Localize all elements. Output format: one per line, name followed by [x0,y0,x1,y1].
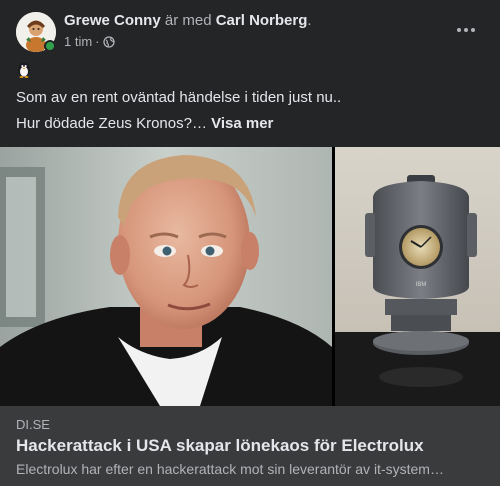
link-preview-images[interactable]: IBM [0,147,500,406]
link-title[interactable]: Hackerattack i USA skapar lönekaos för E… [16,435,424,457]
post-time[interactable]: 1 tim [64,34,92,50]
clock-brand-label: IBM [416,282,427,288]
more-dot [464,28,468,32]
post-header: Grewe Conny är med Carl Norberg. 1 tim · [16,12,484,54]
post-text-line-2: Hur dödade Zeus Kronos?… Visa mer [16,114,273,134]
more-dot [457,28,461,32]
author-name[interactable]: Grewe Conny [64,12,161,29]
more-dot [471,28,475,32]
tagged-name[interactable]: Carl Norberg [216,12,308,29]
link-preview-card[interactable]: DI.SE Hackerattack i USA skapar lönekaos… [0,406,500,486]
post-meta: 1 tim · [64,34,115,50]
ibm-clock-photo: IBM [335,147,500,406]
see-more-link[interactable]: Visa mer [211,115,273,132]
post-text-line-1: Som av en rent oväntad händelse i tiden … [16,89,342,106]
post-author-line: Grewe Conny är med Carl Norberg. [64,12,312,30]
penguin-icon [16,60,32,82]
meta-separator: · [95,34,100,49]
online-status-indicator [44,40,56,52]
with-text: är med [160,12,216,29]
link-description: Electrolux har efter en hackerattack mot… [16,461,444,477]
globe-icon[interactable] [102,36,115,48]
link-domain: DI.SE [16,417,50,432]
post-text-snippet: Hur dödade Zeus Kronos?… [16,115,207,132]
tagged-suffix: . [307,12,312,29]
more-options-icon[interactable] [448,18,484,42]
portrait-photo [0,147,332,406]
